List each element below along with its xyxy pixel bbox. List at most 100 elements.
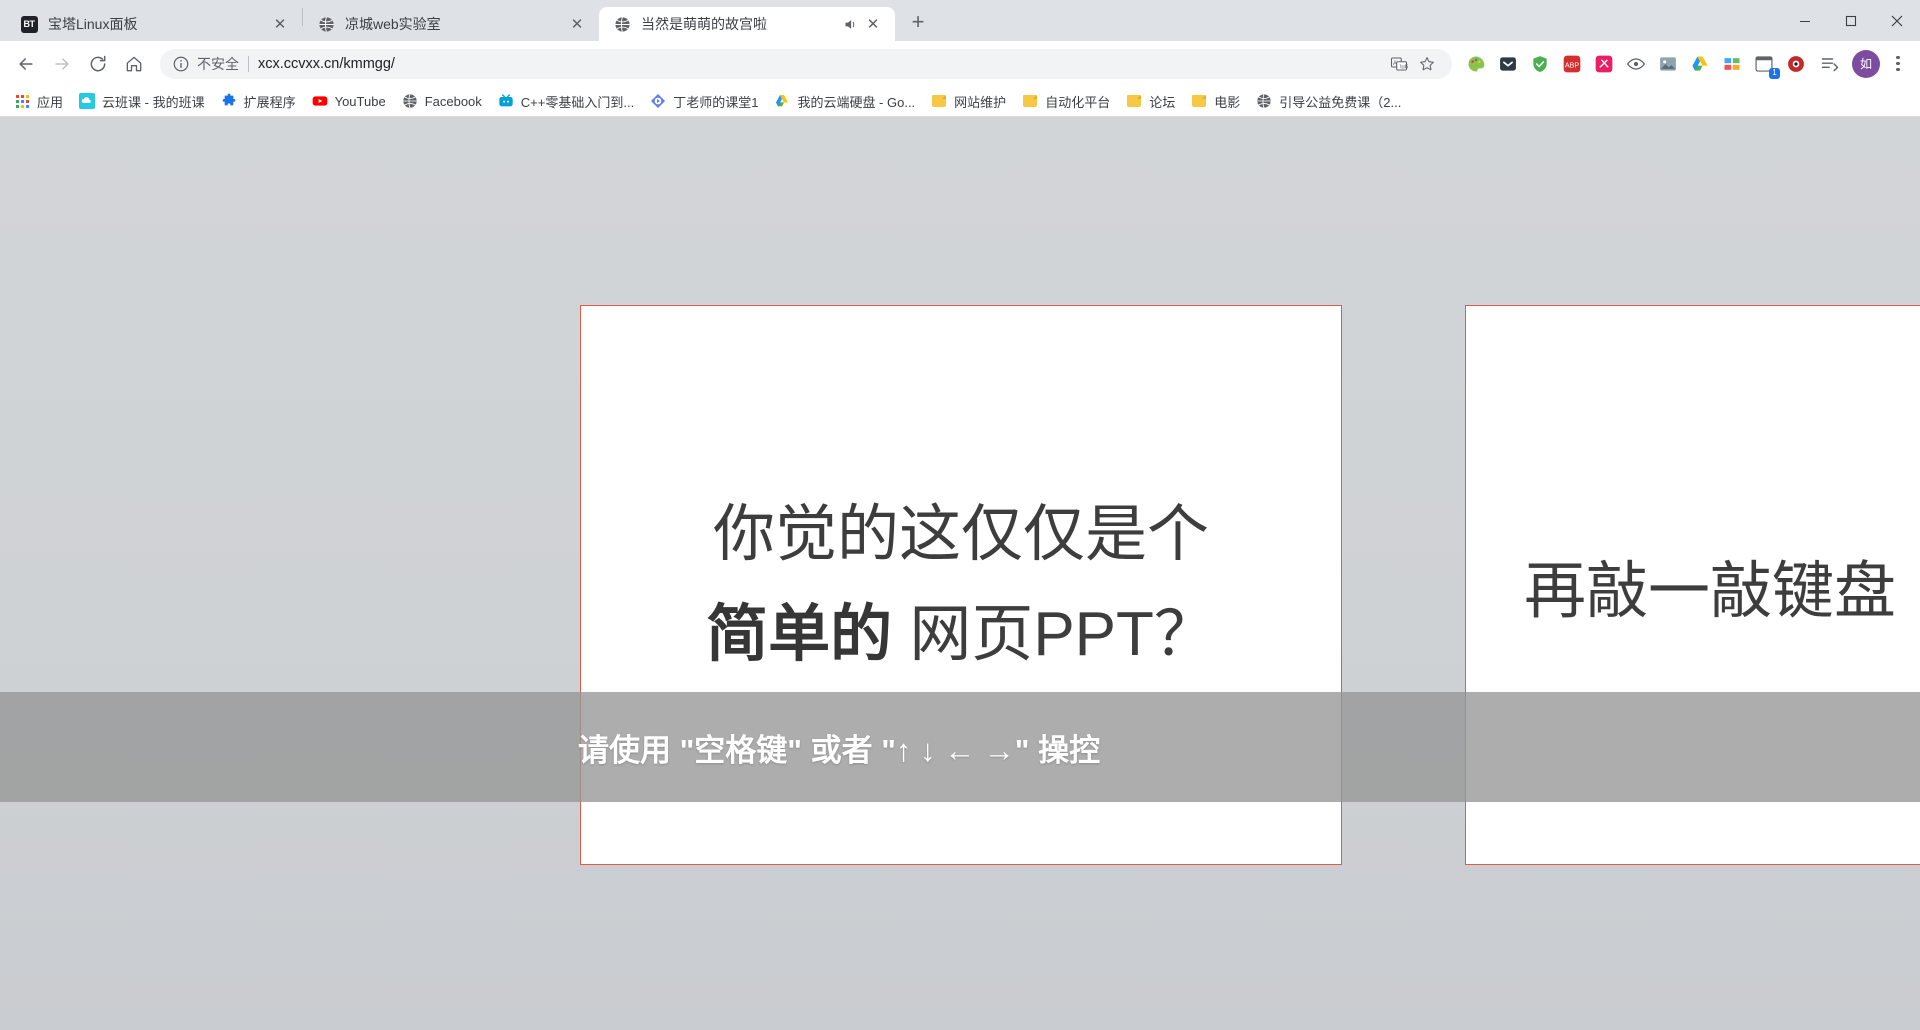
bookmark-youtube[interactable]: YouTube <box>304 88 394 114</box>
bookmark-label: 电影 <box>1214 92 1240 111</box>
avatar[interactable]: 如 <box>1852 50 1880 78</box>
google-drive-icon <box>774 93 790 109</box>
control-hint-text: 请使用 "空格键" 或者 "↑ ↓ ← →" 操控 <box>578 725 1100 770</box>
folder-icon <box>1022 93 1038 109</box>
close-window-button[interactable] <box>1874 0 1920 41</box>
page-viewport[interactable]: 你觉的这仅仅是个 简单的 网页PPT？ 再敲一敲键盘 请使用 "空格键" 或者 … <box>0 117 1920 1030</box>
svg-text:A: A <box>1393 60 1397 66</box>
globe-icon <box>317 15 335 33</box>
slide-line-2-strong: 简单的 <box>706 600 892 669</box>
maximize-button[interactable] <box>1828 0 1874 41</box>
reading-list-icon[interactable] <box>1814 48 1846 80</box>
bookmarks-bar: 应用 云班课 - 我的班课 扩展程序 YouTube Facebook <box>0 86 1920 117</box>
url-text[interactable]: xcx.ccvxx.cn/kmmgg/ <box>258 56 1378 72</box>
folder-icon <box>931 93 947 109</box>
bookmark-label: 丁老师的课堂1 <box>673 92 758 111</box>
bookmark-label: Facebook <box>425 94 482 109</box>
bookmark-label: 云班课 - 我的班课 <box>102 92 205 111</box>
star-icon[interactable] <box>1414 51 1440 77</box>
youtube-icon <box>312 93 328 109</box>
back-button[interactable] <box>10 48 42 80</box>
bookmark-facebook[interactable]: Facebook <box>394 88 490 114</box>
security-status-text: 不安全 <box>197 54 239 74</box>
three-dot-menu-icon[interactable] <box>1884 50 1912 78</box>
address-bar[interactable]: 不安全 xcx.ccvxx.cn/kmmgg/ A\u6587 <box>160 49 1452 79</box>
bt-logo-icon: BT <box>20 15 38 33</box>
cloud-class-icon <box>79 93 95 109</box>
bookmark-label: 引导公益免费课（2... <box>1279 92 1401 111</box>
svg-text:\u6587: \u6587 <box>1400 64 1408 70</box>
svg-text:ABP: ABP <box>1565 61 1579 69</box>
bookmark-apps[interactable]: 应用 <box>6 88 71 114</box>
folder-icon <box>1126 93 1142 109</box>
tab-title: 凉城web实验室 <box>345 14 565 34</box>
bookmark-folder-forum[interactable]: 论坛 <box>1118 88 1183 114</box>
bookmark-extensions[interactable]: 扩展程序 <box>213 88 304 114</box>
bookmark-label: 我的云端硬盘 - Go... <box>797 92 915 111</box>
tools-extension-icon[interactable] <box>1719 51 1745 77</box>
eye-extension-icon[interactable] <box>1623 51 1649 77</box>
circle-extension-icon[interactable] <box>1783 51 1809 77</box>
next-slide-line-1: 再敲一敲键盘 <box>1524 540 1896 630</box>
translate-icon[interactable]: A\u6587 <box>1386 51 1412 77</box>
bookmark-label: 扩展程序 <box>244 92 296 111</box>
slide-line-1: 你觉的这仅仅是个 <box>713 490 1209 580</box>
bookmark-label: 应用 <box>37 92 63 111</box>
shield-extension-icon[interactable] <box>1527 51 1553 77</box>
folder-icon <box>1191 93 1207 109</box>
bookmark-google-drive[interactable]: 我的云端硬盘 - Go... <box>766 88 923 114</box>
tab-close-icon[interactable]: ✕ <box>565 12 589 36</box>
extensions-strip: ABP 1 <box>1460 51 1812 77</box>
window-extension-icon[interactable]: 1 <box>1751 51 1777 77</box>
new-tab-button[interactable]: + <box>901 5 935 39</box>
slide-line-2: 简单的 网页PPT？ <box>706 590 1216 680</box>
window-controls <box>1782 0 1920 41</box>
drive-extension-icon[interactable] <box>1687 51 1713 77</box>
tab-audio-playing-icon[interactable] <box>841 15 859 33</box>
bookmark-label: C++零基础入门到... <box>521 92 634 111</box>
bookmark-yunbanke[interactable]: 云班课 - 我的班课 <box>71 88 213 114</box>
tab-baota-linux-panel[interactable]: BT 宝塔Linux面板 ✕ <box>6 7 302 41</box>
tab-title: 当然是萌萌的故宫啦 <box>641 14 841 34</box>
clipper-extension-icon[interactable] <box>1591 51 1617 77</box>
bookmark-cpp-course[interactable]: C++零基础入门到... <box>490 88 642 114</box>
paint-palette-extension-icon[interactable] <box>1463 51 1489 77</box>
bookmark-folder-movies[interactable]: 电影 <box>1183 88 1248 114</box>
adblock-plus-extension-icon[interactable]: ABP <box>1559 51 1585 77</box>
tab-strip: BT 宝塔Linux面板 ✕ 凉城web实验室 ✕ 当然是萌萌的故宫啦 ✕ + <box>0 0 1920 41</box>
globe-icon <box>613 15 631 33</box>
slide-line-2-rest: 网页PPT？ <box>892 600 1216 669</box>
reload-button[interactable] <box>82 48 114 80</box>
image-extension-icon[interactable] <box>1655 51 1681 77</box>
bookmark-free-course[interactable]: 引导公益免费课（2... <box>1248 88 1409 114</box>
bookmark-label: 论坛 <box>1149 92 1175 111</box>
bilibili-icon <box>498 93 514 109</box>
browser-toolbar: 不安全 xcx.ccvxx.cn/kmmgg/ A\u6587 <box>0 41 1920 86</box>
pocket-extension-icon[interactable] <box>1495 51 1521 77</box>
globe-icon <box>402 93 418 109</box>
info-circle-icon[interactable] <box>172 55 190 73</box>
blue-diamond-icon <box>650 93 666 109</box>
globe-icon <box>1256 93 1272 109</box>
bookmark-ding-classroom[interactable]: 丁老师的课堂1 <box>642 88 766 114</box>
bookmark-label: YouTube <box>335 94 386 109</box>
omnibox-actions: A\u6587 <box>1384 51 1440 77</box>
tab-close-icon[interactable]: ✕ <box>861 12 885 36</box>
browser-window: BT 宝塔Linux面板 ✕ 凉城web实验室 ✕ 当然是萌萌的故宫啦 ✕ + <box>0 0 1920 1030</box>
tab-title: 宝塔Linux面板 <box>48 14 268 34</box>
bookmark-folder-website-maintenance[interactable]: 网站维护 <box>923 88 1014 114</box>
tab-close-icon[interactable]: ✕ <box>268 12 292 36</box>
minimize-button[interactable] <box>1782 0 1828 41</box>
omnibox-divider <box>248 56 249 72</box>
home-button[interactable] <box>118 48 150 80</box>
bookmark-folder-automation-platform[interactable]: 自动化平台 <box>1014 88 1118 114</box>
bookmark-label: 网站维护 <box>954 92 1006 111</box>
bookmark-label: 自动化平台 <box>1045 92 1110 111</box>
extension-badge: 1 <box>1769 68 1780 79</box>
tab-gugong-active[interactable]: 当然是萌萌的故宫啦 ✕ <box>599 7 895 41</box>
puzzle-icon <box>221 93 237 109</box>
tab-liangcheng-web-lab[interactable]: 凉城web实验室 ✕ <box>303 7 599 41</box>
control-hint-bar: 请使用 "空格键" 或者 "↑ ↓ ← →" 操控 <box>0 692 1920 802</box>
forward-button[interactable] <box>46 48 78 80</box>
apps-grid-icon <box>14 93 30 109</box>
